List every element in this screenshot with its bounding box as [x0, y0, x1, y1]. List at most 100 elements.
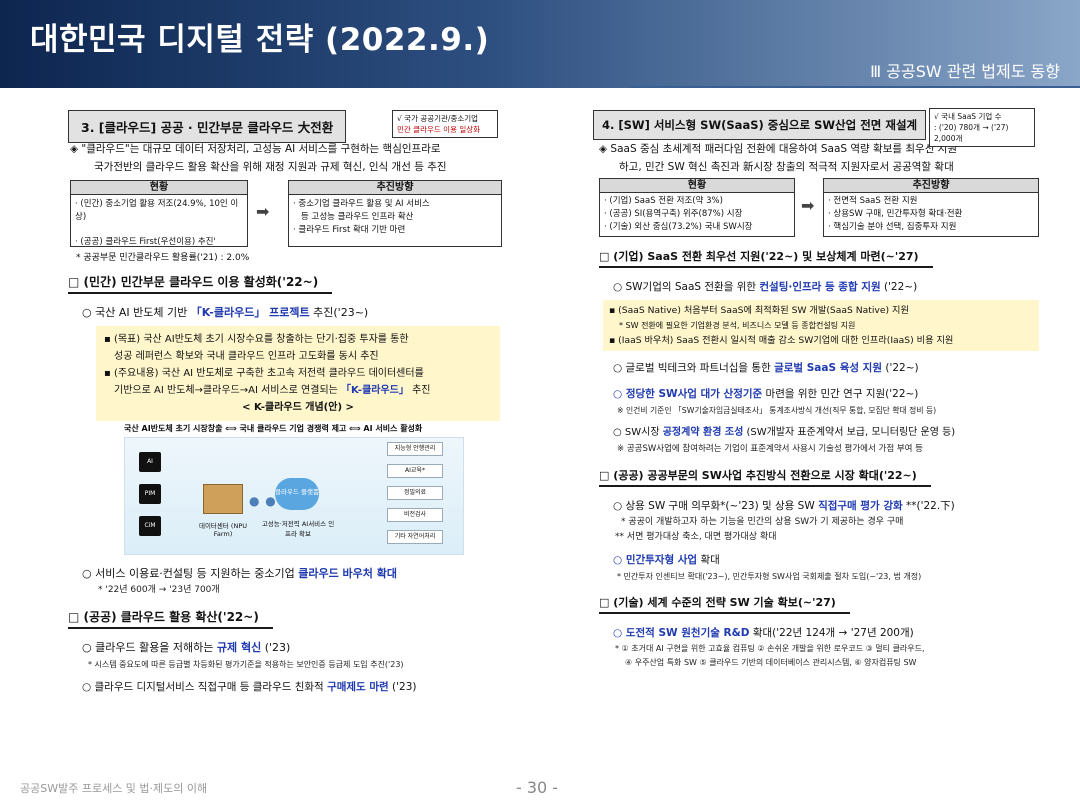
right-item2-bold: 글로벌 SaaS 육성 지원: [774, 362, 882, 374]
right-status-header: 현황: [599, 178, 795, 193]
right-rnd-note1: * ① 초거대 AI 구현을 위한 고효율 컴퓨팅 ② 손쉬운 개발을 위한 로…: [615, 644, 925, 653]
left-subhead-private: □ (민간) 민간부문 클라우드 이용 활성화('22~): [68, 273, 333, 294]
right-private-invest-note: * 민간투자 인센티브 확대('23~), 민간투자형 SW사업 국회제출 절차…: [617, 572, 922, 581]
left-column: 3. [클라우드] 공공 · 민간부문 클라우드 大전환 √ 국가 공공기관/중…: [62, 100, 510, 696]
cloud-platform-icon: 클라우드 플랫폼: [275, 478, 319, 510]
right-target-line2: : ('20) 780개 → ('27) 2,000개: [934, 123, 1009, 143]
right-status-line3: · (기술) 외산 중심(73.2%) 국내 SW시장: [604, 222, 753, 232]
left-direction-box: 추진방향 · 중소기업 클라우드 활용 및 AI 서비스 등 고성능 클라우드 …: [288, 180, 502, 247]
right-heading-row: 4. [SW] 서비스형 SW(SaaS) 중심으로 SW산업 전면 재설계 √…: [593, 100, 1043, 147]
left-item4-bold: 구매제도 마련: [327, 681, 389, 693]
left-status-header: 현황: [70, 180, 248, 195]
left-item3-post: ('23): [264, 641, 291, 654]
left-target-line2: 민간 클라우드 이용 일상화: [397, 125, 481, 134]
left-item-purchase: ○ 클라우드 디지털서비스 직접구매 등 클라우드 친화적 구매제도 마련 ('…: [62, 678, 510, 696]
right-item3-post: 마련을 위한 민간 연구 지원('22~): [765, 388, 919, 400]
left-kcloud-line4-pre: 기반으로 AI 반도체→클라우드→AI 서비스로 연결되는: [114, 385, 338, 396]
left-subhead-public: □ (공공) 클라우드 활용 확산('22~): [68, 608, 273, 629]
left-kcloud-line4: 기반으로 AI 반도체→클라우드→AI 서비스로 연결되는 「K-클라우드」 추…: [104, 382, 492, 399]
right-item-price: ○ 정당한 SW사업 대가 산정기준 마련을 위한 민간 연구 지원('22~): [593, 385, 1043, 403]
right-item5-post: **('22.下): [906, 500, 955, 512]
right-item-private-invest: ○ 민간투자형 사업 확대: [593, 551, 1043, 569]
right-price-note: ※ 인건비 기준인 「SW기술자임금실태조사」 통계조사방식 개선(직무 통합,…: [617, 406, 937, 415]
right-subhead-company: □ (기업) SaaS 전환 최우선 지원('22~) 및 보상체계 마련(~'…: [599, 248, 933, 268]
right-item7-post: 확대('22년 124개 → '27년 200개): [752, 627, 914, 639]
right-item4-post: (SW개발자 표준계약서 보급, 모니터링단 운영 등): [746, 427, 956, 438]
right-saas-line2: * SW 전환에 필요한 기업환경 분석, 비즈니스 모델 등 종합컨설팅 지원: [619, 321, 856, 330]
left-regulation-note: * 시스템 중요도에 따른 등급별 차등화된 평가기준을 적용하는 보안인증 등…: [88, 660, 404, 669]
left-direction-line2: 등 고성능 클라우드 인프라 확산: [301, 212, 414, 222]
right-direction-box: 추진방향 · 전면적 SaaS 전환 지원 · 상용SW 구매, 민간투자형 확…: [823, 178, 1039, 237]
left-direction-body: · 중소기업 클라우드 활용 및 AI 서비스 등 고성능 클라우드 인프라 확…: [288, 195, 502, 247]
right-item4-pre: ○ SW시장: [613, 427, 660, 438]
right-item2-post: ('22~): [885, 362, 919, 374]
right-status-line2: · (공공) SI(용역구축) 위주(87%) 시장: [604, 209, 743, 219]
right-target-box: √ 국내 SaaS 기업 수 : ('20) 780개 → ('27) 2,00…: [929, 108, 1035, 147]
right-item-rnd: ○ 도전적 SW 원천기술 R&D 확대('22년 124개 → '27년 20…: [593, 624, 1043, 642]
right-item6-bold: ○ 민간투자형 사업: [613, 554, 698, 566]
chip-cim: CiM: [139, 516, 161, 536]
left-direction-line1: · 중소기업 클라우드 활용 및 AI 서비스: [293, 199, 430, 209]
right-direction-line2: · 상용SW 구매, 민간투자형 확대·전환: [828, 209, 963, 219]
service-box-3: 정밀의료: [387, 486, 443, 500]
left-kcloud-line2: 성공 레퍼런스 확보와 국내 클라우드 인프라 고도화를 동시 추진: [114, 351, 379, 362]
right-saas-line1: ▪ (SaaS Native) 처음부터 SaaS에 최적화된 SW 개발(Sa…: [609, 305, 909, 316]
left-item2-bold: 클라우드 바우처 확대: [298, 567, 397, 580]
left-kcloud-line4-post: 추진: [412, 385, 431, 396]
right-item5-pre: ○ 상용 SW 구매 의무화*(~'23) 및 상용 SW: [613, 500, 815, 512]
right-item3-bold: ○ 정당한 SW사업 대가 산정기준: [613, 388, 763, 400]
right-item1-post: ('22~): [883, 281, 918, 293]
left-item2-pre: ○ 서비스 이용료·컨설팅 등 지원하는 중소기업: [82, 567, 295, 580]
left-status-table: 현황 · (민간) 중소기업 활용 저조(24.9%, 10인 이상) · (공…: [70, 180, 502, 250]
diagram-pane: AI PIM CiM 데이터센터 (NPU Farm) ● ● ● 클라우드 플…: [124, 437, 464, 555]
chip-pim: PIM: [139, 484, 161, 504]
right-saas-line3: ▪ (IaaS 바우처) SaaS 전환시 일시적 매출 감소 SW기업에 대한…: [609, 335, 954, 346]
left-item1-pre: ○ 국산 AI 반도체 기반: [82, 306, 188, 319]
left-item4-post: ('23): [392, 681, 417, 693]
right-item1-bold: 컨설팅·인프라 등 종합 지원: [759, 281, 881, 293]
left-item1-bold: 「K-클라우드」 프로젝트: [190, 306, 310, 319]
arrow-icon: ➡: [256, 202, 270, 221]
chip-ai: AI: [139, 452, 161, 472]
left-status-body: · (민간) 중소기업 활용 저조(24.9%, 10인 이상) · (공공) …: [70, 195, 248, 247]
left-kcloud-line3: ▪ (주요내용) 국산 AI 반도체로 구축한 초고속 저전력 클라우드 데이터…: [104, 368, 424, 379]
right-direction-header: 추진방향: [823, 178, 1039, 193]
right-commercial-note2: ** 서면 평가대상 축소, 대면 평가대상 확대: [615, 532, 777, 542]
left-heading-row: 3. [클라우드] 공공 · 민간부문 클라우드 大전환 √ 국가 공공기관/중…: [62, 100, 510, 143]
right-saas-box: ▪ (SaaS Native) 처음부터 SaaS에 최적화된 SW 개발(Sa…: [603, 300, 1039, 351]
left-kcloud-box: ▪ (목표) 국산 AI반도체 초기 시장수요를 창출하는 단기·집중 투자를 …: [96, 326, 500, 421]
right-contract-note: ※ 공공SW사업에 참여하려는 기업이 표준계약서 사용시 기술성 평가에서 가…: [617, 444, 924, 454]
right-status-line1: · (기업) SaaS 전환 저조(약 3%): [604, 196, 723, 206]
right-column: 4. [SW] 서비스형 SW(SaaS) 중심으로 SW산업 전면 재설계 √…: [593, 100, 1043, 670]
right-target-line1: √ 국내 SaaS 기업 수: [934, 112, 1002, 121]
left-target-box: √ 국가 공공기관/중소기업 민간 클라우드 이용 일상화: [392, 110, 498, 138]
left-kcloud-line4-bold: 「K-클라우드」: [341, 385, 409, 396]
left-item-kcloud: ○ 국산 AI 반도체 기반 「K-클라우드」 프로젝트 추진('23~): [62, 304, 510, 322]
page-number: - 30 -: [516, 778, 559, 797]
right-item-global: ○ 글로벌 빅테크와 파트너십을 통한 글로벌 SaaS 육성 지원 ('22~…: [593, 359, 1043, 377]
right-lead-line2: 하고, 민간 SW 혁신 촉진과 新시장 창출의 적극적 지원자로서 공공역할 …: [619, 161, 954, 173]
left-status-box: 현황 · (민간) 중소기업 활용 저조(24.9%, 10인 이상) · (공…: [70, 180, 248, 247]
right-item-contract: ○ SW시장 공정계약 환경 조성 (SW개발자 표준계약서 보급, 모니터링단…: [593, 424, 1043, 442]
left-heading: 3. [클라우드] 공공 · 민간부문 클라우드 大전환: [68, 110, 347, 143]
kcloud-concept-title: < K-클라우드 개념(안) >: [242, 402, 354, 413]
right-item4-bold: 공정계약 환경 조성: [662, 427, 744, 438]
cloud-platform-label: 클라우드 플랫폼: [275, 488, 319, 496]
service-box-2: AI교육*: [387, 464, 443, 478]
right-direction-line1: · 전면적 SaaS 전환 지원: [828, 196, 918, 206]
right-subhead-tech: □ (기술) 세계 수준의 전략 SW 기술 확보(~'27): [599, 594, 850, 614]
right-item-consulting: ○ SW기업의 SaaS 전환을 위한 컨설팅·인프라 등 종합 지원 ('22…: [593, 278, 1043, 296]
left-item4-pre: ○ 클라우드 디지털서비스 직접구매 등 클라우드 친화적: [82, 681, 324, 693]
section-label: Ⅲ 공공SW 관련 법제도 동향: [870, 62, 1060, 81]
left-status-line2: · (공공) 클라우드 First(우선이용) 추진': [75, 237, 216, 247]
left-status-line1: · (민간) 중소기업 활용 저조(24.9%, 10인 이상): [75, 199, 239, 222]
right-item1-pre: ○ SW기업의 SaaS 전환을 위한: [613, 281, 757, 293]
service-box-5: 기타 자연어처리: [387, 530, 443, 544]
cloud-sub-label: 고성능·저전력 AI서비스 인프라 확보: [261, 520, 335, 538]
right-status-body: · (기업) SaaS 전환 저조(약 3%) · (공공) SI(용역구축) …: [599, 193, 795, 237]
left-voucher-note: * '22년 600개 → '23년 700개: [98, 585, 220, 595]
left-note: * 공공부문 민간클라우드 활용률('21) : 2.0%: [76, 253, 250, 263]
service-box-4: 비전검사: [387, 508, 443, 522]
left-item-regulation: ○ 클라우드 활용을 저해하는 규제 혁신 ('23): [62, 639, 510, 657]
page-title: 대한민국 디지털 전략 (2022.9.): [30, 22, 490, 58]
